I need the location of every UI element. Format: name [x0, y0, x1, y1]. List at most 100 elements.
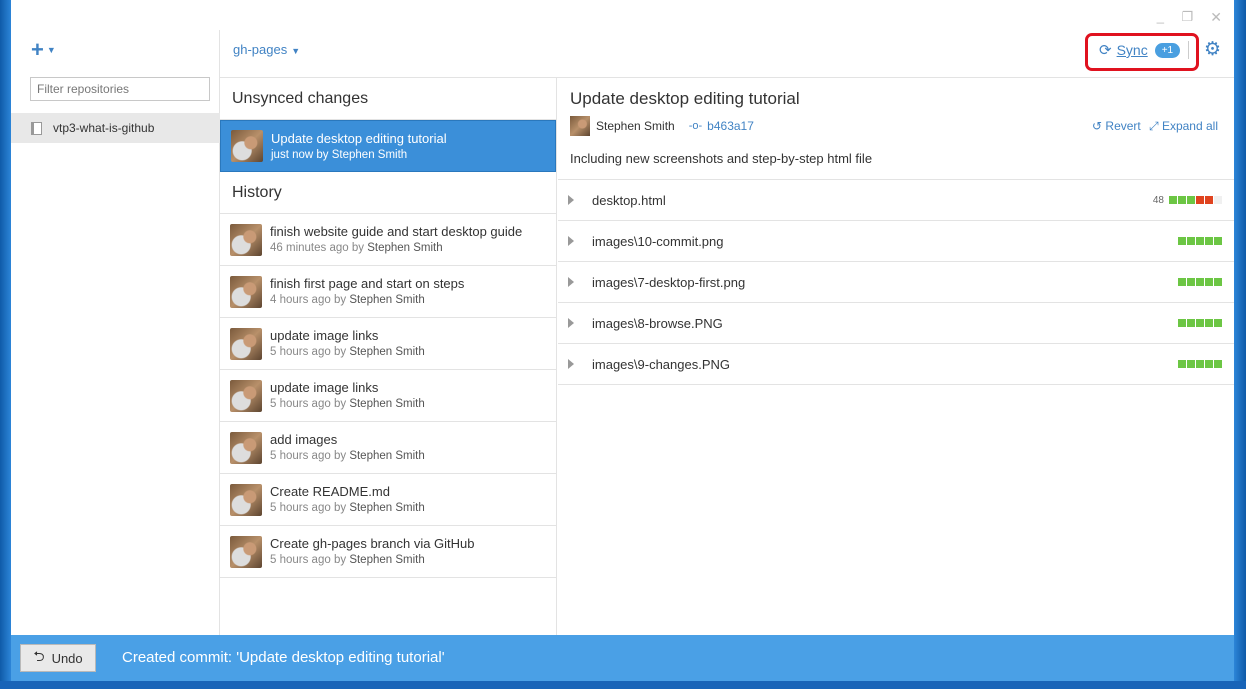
commit-detail: Update desktop editing tutorial Stephen …	[558, 78, 1234, 635]
commit-by: by	[351, 242, 364, 254]
commit-title: finish first page and start on steps	[270, 276, 465, 291]
file-row[interactable]: images\9-changes.PNG	[558, 344, 1234, 385]
commit-title: Create gh-pages branch via GitHub	[270, 536, 475, 551]
diff-count: 48	[1152, 194, 1164, 206]
avatar	[230, 535, 262, 568]
commit-author: Stephen Smith	[349, 502, 425, 514]
app-window: _ ❐ ✕ + ▼ vtp3-what-is-github gh-pages▼ …	[11, 0, 1234, 681]
avatar	[230, 223, 262, 256]
sync-icon: ⟳	[1099, 42, 1112, 59]
avatar	[570, 116, 590, 136]
window-frame-left	[0, 0, 11, 689]
gear-icon[interactable]: ⚙	[1204, 38, 1221, 61]
diffstat	[1173, 360, 1222, 368]
commit-row[interactable]: finish website guide and start desktop g…	[220, 214, 556, 266]
repository-icon	[31, 121, 42, 135]
commit-by: by	[333, 502, 347, 514]
minimize-button[interactable]: _	[1157, 10, 1164, 24]
commit-time: 5 hours ago	[270, 554, 331, 566]
revert-label: Revert	[1105, 119, 1141, 133]
expand-arrow-icon[interactable]	[568, 277, 574, 287]
commit-title: add images	[270, 432, 338, 447]
avatar	[230, 379, 262, 412]
commit-by: by	[333, 294, 347, 306]
commit-detail-meta: Stephen Smith -o-b463a17	[570, 116, 754, 136]
expand-arrow-icon[interactable]	[568, 195, 574, 205]
status-bar: ⮌ Undo Created commit: 'Update desktop e…	[11, 635, 1234, 681]
commit-time: 5 hours ago	[270, 346, 331, 358]
repository-name: vtp3-what-is-github	[53, 121, 155, 135]
commit-sha: b463a17	[707, 119, 754, 133]
commit-author: Stephen Smith	[331, 148, 408, 161]
file-name: images\10-commit.png	[592, 233, 724, 249]
commit-author: Stephen Smith	[349, 398, 425, 410]
commit-time: 4 hours ago	[270, 294, 331, 306]
commit-description: Including new screenshots and step-by-st…	[570, 151, 873, 166]
commit-row[interactable]: update image links 5 hours ago by Stephen…	[220, 318, 556, 370]
commit-title: update image links	[270, 328, 379, 343]
undo-button[interactable]: ⮌ Undo	[20, 644, 96, 672]
file-row[interactable]: images\8-browse.PNG	[558, 303, 1234, 344]
commit-row[interactable]: Create README.md 5 hours ago by Stephen S…	[220, 474, 556, 526]
commit-time: 5 hours ago	[270, 502, 331, 514]
file-row[interactable]: images\10-commit.png	[558, 221, 1234, 262]
commit-row[interactable]: finish first page and start on steps 4 ho…	[220, 266, 556, 318]
chevron-down-icon: ▼	[46, 45, 56, 55]
toolbar-divider	[1188, 41, 1189, 59]
commit-author: Stephen Smith	[349, 554, 425, 566]
diffstat	[1173, 278, 1222, 286]
commit-row[interactable]: add images 5 hours ago by Stephen Smith	[220, 422, 556, 474]
file-name: images\8-browse.PNG	[592, 315, 723, 331]
history-list: finish website guide and start desktop g…	[220, 214, 556, 578]
undo-label: Undo	[51, 650, 83, 666]
status-message: Created commit: 'Update desktop editing …	[122, 649, 445, 666]
repository-item[interactable]: vtp3-what-is-github	[11, 113, 220, 143]
file-row[interactable]: desktop.html 48	[558, 180, 1234, 221]
commit-time: 46 minutes ago	[270, 242, 349, 254]
avatar	[230, 483, 262, 516]
file-row[interactable]: images\7-desktop-first.png	[558, 262, 1234, 303]
sync-count-badge: +1	[1154, 42, 1181, 58]
file-name: images\9-changes.PNG	[592, 356, 731, 372]
add-repository-button[interactable]: + ▼	[31, 37, 56, 62]
commit-title: update image links	[270, 380, 379, 395]
commit-sha-link[interactable]: -o-b463a17	[689, 119, 754, 133]
avatar	[231, 130, 263, 162]
plus-icon: +	[31, 37, 44, 62]
commit-title: Create README.md	[270, 484, 390, 499]
commit-by: by	[333, 554, 347, 566]
revert-button[interactable]: ↺ Revert	[1092, 119, 1141, 133]
commit-row[interactable]: update image links 5 hours ago by Stephen…	[220, 370, 556, 422]
commit-list: Unsynced changes Update desktop editing …	[220, 78, 557, 635]
commit-author: Stephen Smith	[349, 450, 425, 462]
window-frame-bottom	[0, 681, 1246, 689]
diffstat	[1173, 319, 1222, 327]
commit-row-selected[interactable]: Update desktop editing tutorial just now…	[220, 120, 556, 172]
expand-icon: ⤢	[1149, 119, 1159, 133]
commit-time: 5 hours ago	[270, 450, 331, 462]
avatar	[230, 431, 262, 464]
filter-repositories-input[interactable]	[30, 77, 210, 101]
window-frame-right	[1234, 0, 1246, 689]
undo-arrow-icon: ⮌	[33, 648, 45, 664]
commit-author: Stephen Smith	[349, 346, 425, 358]
commit-time: just now	[271, 148, 314, 161]
commit-by: by	[316, 148, 329, 161]
expand-arrow-icon[interactable]	[568, 359, 574, 369]
sync-button[interactable]: ⟳ Sync +1	[1099, 41, 1181, 59]
commit-by: by	[333, 450, 347, 462]
close-button[interactable]: ✕	[1210, 10, 1222, 24]
undo-arrow-icon: ↺	[1092, 119, 1103, 133]
commit-row[interactable]: Create gh-pages branch via GitHub 5 hours…	[220, 526, 556, 578]
file-name: desktop.html	[592, 192, 666, 208]
commit-detail-title: Update desktop editing tutorial	[570, 89, 800, 108]
repository-sidebar: + ▼ vtp3-what-is-github	[11, 30, 220, 635]
commit-author: Stephen Smith	[349, 294, 425, 306]
maximize-button[interactable]: ❐	[1181, 10, 1193, 24]
commit-by: by	[333, 398, 347, 410]
expand-arrow-icon[interactable]	[568, 236, 574, 246]
diffstat: 48	[1153, 195, 1222, 206]
branch-selector[interactable]: gh-pages ▼	[233, 42, 300, 57]
expand-arrow-icon[interactable]	[568, 318, 574, 328]
expand-all-button[interactable]: ⤢ Expand all	[1149, 119, 1218, 134]
